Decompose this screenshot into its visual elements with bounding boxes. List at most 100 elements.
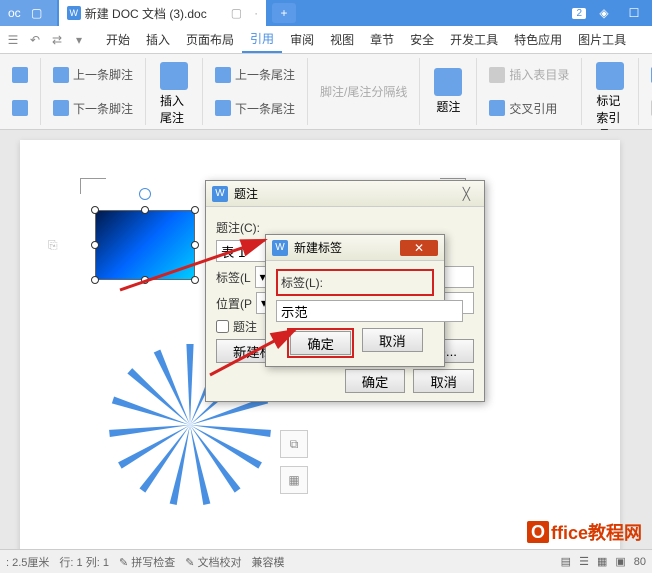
wps-icon: W bbox=[212, 186, 228, 202]
rotate-handle[interactable] bbox=[139, 188, 151, 200]
new-label-ok-button[interactable]: 确定 bbox=[290, 331, 351, 355]
next-endnote-button[interactable]: 下一条尾注 bbox=[211, 98, 299, 119]
menu-special[interactable]: 特色应用 bbox=[506, 27, 570, 52]
highlight-label-row: 标签(L): bbox=[276, 269, 434, 296]
image-content bbox=[95, 210, 195, 280]
status-compat: 兼容模 bbox=[252, 554, 285, 570]
ribbon-group-footnote: 上一条脚注 下一条脚注 bbox=[41, 58, 146, 125]
view-icon-4[interactable]: ▣ bbox=[615, 555, 625, 568]
menu-start[interactable]: 开始 bbox=[98, 27, 138, 52]
selected-image[interactable] bbox=[95, 210, 195, 280]
menu-devtools[interactable]: 开发工具 bbox=[442, 27, 506, 52]
position-field-label: 位置(P bbox=[216, 295, 252, 312]
resize-handle-l[interactable] bbox=[91, 241, 99, 249]
notification-badge[interactable]: 2 bbox=[572, 8, 586, 19]
resize-handle-br[interactable] bbox=[191, 276, 199, 284]
label-field-label: 标签(L bbox=[216, 269, 251, 286]
insert-endnote-button[interactable]: 插入尾注 bbox=[154, 58, 194, 130]
menu-picture[interactable]: 图片工具 bbox=[570, 27, 634, 52]
crop-mark-tl bbox=[80, 178, 106, 194]
tab-monitor-icon: ▢ bbox=[27, 3, 47, 23]
layout-options-button[interactable]: ⧉ bbox=[280, 430, 308, 458]
insert-index-button[interactable]: 插入索引 bbox=[647, 64, 652, 85]
ribbon-group-footnote-nav bbox=[0, 58, 41, 125]
caption-button[interactable]: 题注 bbox=[428, 64, 468, 119]
skin-icon[interactable]: ☐ bbox=[624, 3, 644, 23]
new-label-dialog-body: 标签(L): 确定 取消 bbox=[266, 261, 444, 366]
update-index-button[interactable]: 更新索引 bbox=[647, 98, 652, 119]
view-icon-1[interactable]: ▤ bbox=[561, 555, 571, 568]
layout-options-button-2[interactable]: ▦ bbox=[280, 466, 308, 494]
resize-handle-bl[interactable] bbox=[91, 276, 99, 284]
caption-input[interactable] bbox=[216, 240, 266, 262]
label-input[interactable] bbox=[276, 300, 463, 322]
resize-handle-tl[interactable] bbox=[91, 206, 99, 214]
status-spellcheck[interactable]: ✎ 拼写检查 bbox=[119, 554, 175, 570]
redo-icon[interactable]: ⇄ bbox=[48, 31, 66, 49]
new-label-dialog-titlebar[interactable]: W 新建标签 ✕ bbox=[266, 235, 444, 261]
resize-handle-tr[interactable] bbox=[191, 206, 199, 214]
ribbon-group-index2: 插入索引 更新索引 bbox=[639, 58, 652, 125]
view-icon-3[interactable]: ▦ bbox=[597, 555, 607, 568]
new-label-dialog: W 新建标签 ✕ 标签(L): 确定 取消 bbox=[265, 234, 445, 367]
dropdown-icon[interactable]: ▾ bbox=[70, 31, 88, 49]
resize-handle-t[interactable] bbox=[141, 206, 149, 214]
watermark-text: ffice教程网 bbox=[551, 519, 642, 545]
next-footnote-button[interactable]: 下一条脚注 bbox=[49, 98, 137, 119]
ribbon-group-separator: 脚注/尾注分隔线 bbox=[308, 58, 420, 125]
exclude-checkbox[interactable] bbox=[216, 320, 229, 333]
zoom-level[interactable]: 80 bbox=[634, 556, 646, 568]
wps-icon: W bbox=[272, 240, 288, 256]
status-proof[interactable]: ✎ 文档校对 bbox=[185, 554, 241, 570]
save-icon[interactable]: ☰ bbox=[4, 31, 22, 49]
menu-view[interactable]: 视图 bbox=[322, 27, 362, 52]
ribbon-group-endnote-insert: 插入尾注 bbox=[146, 58, 203, 125]
quick-access: ☰ ↶ ⇄ ▾ bbox=[4, 31, 88, 49]
mark-entry-icon bbox=[596, 62, 624, 90]
exclude-label: 题注 bbox=[233, 318, 257, 335]
cloud-icon[interactable]: ◈ bbox=[594, 3, 614, 23]
watermark-brand: O ffice教程网 bbox=[527, 519, 642, 545]
footnote-small-btn2[interactable] bbox=[8, 98, 32, 118]
view-icon-2[interactable]: ☰ bbox=[579, 555, 589, 568]
footnote-separator-button[interactable]: 脚注/尾注分隔线 bbox=[316, 81, 411, 102]
caption-dialog-title: 题注 bbox=[234, 185, 258, 202]
tab-active[interactable]: W 新建 DOC 文档 (3).doc ▢ · bbox=[59, 0, 266, 26]
caption-cancel-button[interactable]: 取消 bbox=[413, 369, 474, 393]
new-label-cancel-button[interactable]: 取消 bbox=[362, 328, 423, 352]
highlight-ok: 确定 bbox=[287, 328, 354, 358]
caption-field-label: 题注(C): bbox=[216, 219, 260, 236]
menu-pagelayout[interactable]: 页面布局 bbox=[178, 27, 242, 52]
menu-security[interactable]: 安全 bbox=[402, 27, 442, 52]
insert-toc-button[interactable]: 插入表目录 bbox=[485, 64, 573, 85]
endnote-icon bbox=[160, 62, 188, 90]
caption-ok-button[interactable]: 确定 bbox=[345, 369, 406, 393]
caption-dialog-titlebar[interactable]: W 题注 ╳ bbox=[206, 181, 484, 207]
prev-endnote-button[interactable]: 上一条尾注 bbox=[211, 64, 299, 85]
menu-insert[interactable]: 插入 bbox=[138, 27, 178, 52]
menu-reference[interactable]: 引用 bbox=[242, 26, 282, 53]
resize-handle-r[interactable] bbox=[191, 241, 199, 249]
prev-footnote-button[interactable]: 上一条脚注 bbox=[49, 64, 137, 85]
caption-icon bbox=[434, 68, 462, 96]
tab-close-icon[interactable]: · bbox=[254, 6, 258, 20]
undo-icon[interactable]: ↶ bbox=[26, 31, 44, 49]
resize-handle-b[interactable] bbox=[141, 276, 149, 284]
footnote-small-btn[interactable] bbox=[8, 65, 32, 85]
menu-review[interactable]: 审阅 bbox=[282, 27, 322, 52]
tab-label: 新建 DOC 文档 (3).doc bbox=[85, 5, 207, 22]
titlebar: oc ▢ W 新建 DOC 文档 (3).doc ▢ · + 2 ◈ ☐ bbox=[0, 0, 652, 26]
new-tab-button[interactable]: + bbox=[272, 3, 296, 23]
statusbar: : 2.5厘米 行: 1 列: 1 ✎ 拼写检查 ✎ 文档校对 兼容模 ▤ ☰ … bbox=[0, 549, 652, 573]
menu-chapter[interactable]: 章节 bbox=[362, 27, 402, 52]
ribbon-group-caption: 题注 bbox=[420, 58, 477, 125]
caption-dialog-close-icon[interactable]: ╳ bbox=[455, 187, 478, 201]
wps-icon: W bbox=[67, 6, 81, 20]
cross-ref-button[interactable]: 交叉引用 bbox=[485, 98, 573, 119]
new-label-close-icon[interactable]: ✕ bbox=[400, 240, 438, 256]
ribbon-group-ref: 插入表目录 交叉引用 bbox=[477, 58, 582, 125]
ribbon-group-index: 标记索引项 bbox=[582, 58, 639, 125]
menubar: ☰ ↶ ⇄ ▾ 开始 插入 页面布局 引用 审阅 视图 章节 安全 开发工具 特… bbox=[0, 26, 652, 54]
label-input-label: 标签(L): bbox=[281, 274, 323, 291]
tab-inactive[interactable]: oc ▢ bbox=[0, 0, 57, 26]
